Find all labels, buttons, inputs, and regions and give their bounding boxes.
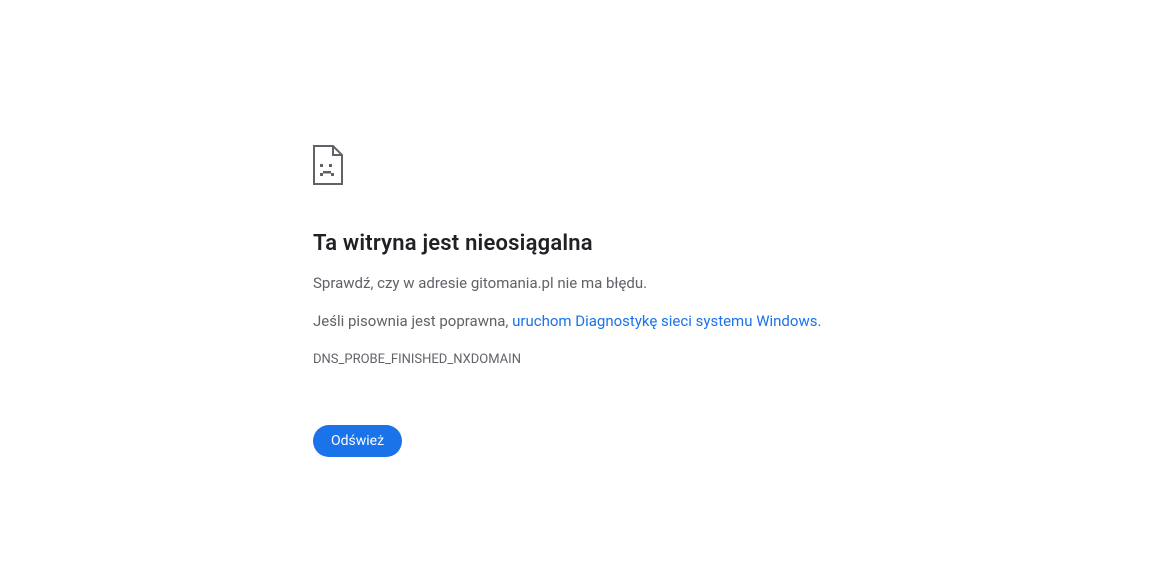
reload-button[interactable]: Odśwież (313, 425, 402, 457)
error-suggestion: Jeśli pisownia jest poprawna, uruchom Di… (313, 312, 853, 330)
line2-pre: Jeśli pisownia jest poprawna, (313, 312, 512, 330)
error-code: DNS_PROBE_FINISHED_NXDOMAIN (313, 352, 853, 367)
line1-pre: Sprawdź, czy w adresie (313, 274, 471, 292)
line2-post: . (817, 312, 821, 330)
sad-page-icon (313, 145, 853, 189)
error-page: Ta witryna jest nieosiągalna Sprawdź, cz… (313, 145, 853, 457)
line1-post: nie ma błędu. (554, 274, 647, 292)
line1-domain: gitomania.pl (471, 274, 554, 292)
diagnostics-link[interactable]: uruchom Diagnostykę sieci systemu Window… (512, 312, 817, 330)
error-title: Ta witryna jest nieosiągalna (313, 231, 853, 256)
error-check-address: Sprawdź, czy w adresie gitomania.pl nie … (313, 274, 853, 292)
